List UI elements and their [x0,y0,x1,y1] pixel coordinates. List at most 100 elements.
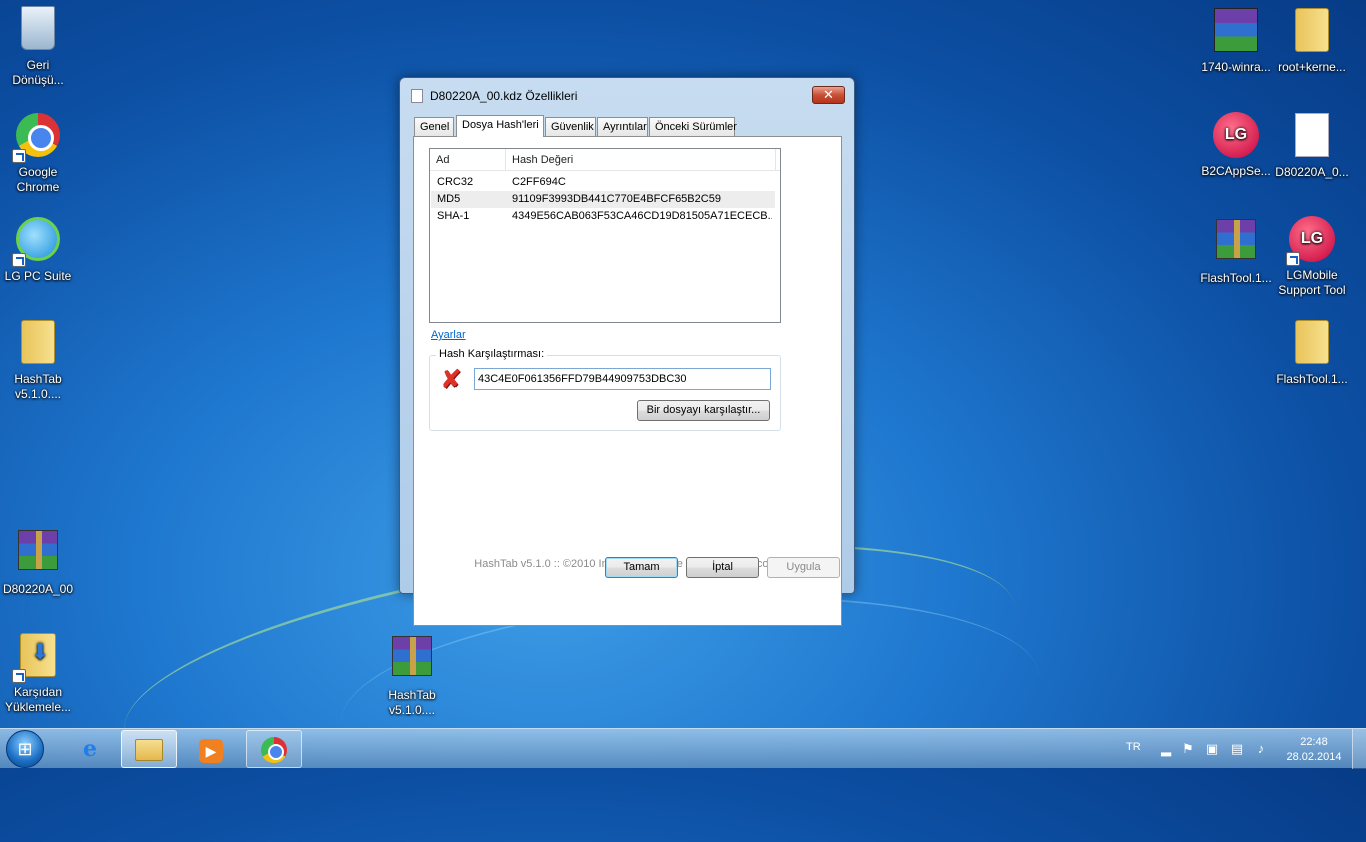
desktop-icon-flashtool-folder[interactable]: FlashTool.1... [1274,318,1350,387]
chrome-icon [261,737,287,763]
desktop-icon-label: Yüklemele... [4,700,72,714]
hash-name: CRC32 [437,176,474,188]
winrar-archive-icon [1212,219,1260,267]
clock-time: 22:48 [1300,736,1328,748]
windows-logo-icon: ⊞ [17,739,33,759]
security-flag-icon[interactable]: ⚑ [1180,741,1196,757]
taskbar-internet-explorer[interactable]: e [62,730,118,768]
shortcut-arrow-icon [1286,252,1300,266]
desktop-icon-d80220a-archive[interactable]: D80220A_00 [0,526,76,597]
mismatch-x-icon: ✘ [440,364,462,394]
table-row[interactable]: CRC32 C2FF694C [431,174,775,191]
desktop-icon-hashtab-archive[interactable]: HashTab v5.1.0.... [374,632,450,718]
network-activity-icon[interactable]: ▂ [1158,741,1174,757]
settings-link[interactable]: Ayarlar [431,329,466,341]
dialog-title: D80220A_00.kdz Özellikleri [430,89,578,103]
desktop-icon-label: FlashTool.1... [1200,271,1272,285]
document-icon [1288,113,1336,161]
tab-panel: Ad Hash Değeri CRC32 C2FF694C MD5 91109F… [413,136,842,626]
desktop-icon-label: v5.1.0.... [14,387,62,401]
hash-list-header: Ad Hash Değeri [430,149,780,171]
desktop-icon-d80220a-file[interactable]: D80220A_0... [1274,111,1350,180]
desktop-icon-label: Support Tool [1278,283,1346,297]
folder-icon [1288,320,1336,368]
desktop-icon-label: HashTab [388,688,436,702]
desktop-icon-b2cappse[interactable]: LG B2CAppSe... [1198,111,1274,179]
hash-value: 91109F3993DB441C770E4BFCF65B2C59 [512,193,721,205]
ok-button[interactable]: Tamam [605,557,678,578]
system-clock[interactable]: 22:48 28.02.2014 [1284,735,1344,765]
shortcut-arrow-icon [12,253,26,267]
lg-icon: LG [1286,216,1336,266]
network-icon[interactable]: ▤ [1229,741,1245,757]
device-icon[interactable]: ▣ [1204,741,1220,757]
hash-value: 4349E56CAB063F53CA46CD19D81505A71ECECB..… [512,210,772,222]
taskbar: ⊞ e ▶ TR ▂ ⚑ ▣ ▤ ♪ 22:48 28.02.2014 [0,728,1366,769]
downloads-folder-icon [12,633,62,683]
hash-name: MD5 [437,193,461,205]
shortcut-arrow-icon [12,149,26,163]
desktop-icon-label: B2CAppSe... [1201,164,1271,178]
desktop-icon-label: Chrome [16,180,60,194]
start-button[interactable]: ⊞ [6,730,44,768]
desktop-icon-flashtool-archive[interactable]: FlashTool.1... [1198,215,1274,286]
language-indicator[interactable]: TR [1126,741,1141,753]
winrar-archive-icon [14,530,62,578]
hash-compare-input[interactable] [474,368,771,390]
properties-dialog: D80220A_00.kdz Özellikleri ✕ Genel Dosya… [399,77,855,626]
volume-icon[interactable]: ♪ [1253,741,1269,757]
winrar-archive-icon [388,636,436,684]
close-button[interactable]: ✕ [812,86,845,104]
desktop-icon-label: Karşıdan [13,685,63,699]
tab-dosya-hashleri[interactable]: Dosya Hash'leri [456,115,544,137]
desktop-icon-label: LGMobile [1286,268,1338,282]
desktop-icon-root-kernel[interactable]: root+kerne... [1274,6,1350,75]
apply-button[interactable]: Uygula [767,557,840,578]
lg-pc-suite-icon [12,217,62,267]
desktop-icon-label: D80220A_0... [1275,165,1349,179]
compare-file-button[interactable]: Bir dosyayı karşılaştır... [637,400,770,421]
desktop-icon-lg-pc-suite[interactable]: LG PC Suite [0,215,76,284]
media-player-icon: ▶ [199,739,223,763]
chrome-icon [12,113,62,163]
recycle-bin-icon [14,6,62,54]
hash-list[interactable]: Ad Hash Değeri CRC32 C2FF694C MD5 91109F… [429,148,781,323]
desktop-icon-recycle-bin[interactable]: Geri Dönüşü... [0,6,76,88]
desktop-icon-label: Dönüşü... [12,73,64,87]
folder-icon [14,320,62,368]
tab-ayrintilar[interactable]: Ayrıntılar [597,117,648,136]
column-header-name[interactable]: Ad [430,149,506,171]
desktop-icon-label: Geri [26,58,50,72]
table-row[interactable]: MD5 91109F3993DB441C770E4BFCF65B2C59 [431,191,775,208]
desktop-icon-label: D80220A_00 [2,582,74,596]
desktop-icon-label: Google [18,165,58,179]
table-row[interactable]: SHA-1 4349E56CAB063F53CA46CD19D81505A71E… [431,208,775,225]
winrar-installer-icon [1212,8,1260,56]
folder-icon [135,739,163,761]
desktop-icon-lgmobile-support[interactable]: LG LGMobile Support Tool [1274,215,1350,298]
hash-value: C2FF694C [512,176,566,188]
lg-icon: LG [1212,112,1260,160]
tab-genel[interactable]: Genel [414,117,454,136]
clock-date: 28.02.2014 [1286,751,1342,763]
hash-name: SHA-1 [437,210,470,222]
taskbar-media-player[interactable]: ▶ [183,730,239,768]
taskbar-windows-explorer[interactable] [121,730,177,768]
dialog-titlebar[interactable]: D80220A_00.kdz Özellikleri ✕ [400,78,854,108]
close-icon: ✕ [823,87,834,102]
desktop-icon-hashtab-folder[interactable]: HashTab v5.1.0.... [0,318,76,402]
desktop-icon-label: root+kerne... [1278,60,1346,74]
desktop-icon-label: LG PC Suite [4,269,72,283]
tab-guvenlik[interactable]: Güvenlik [545,117,596,136]
desktop-icon-label: HashTab [14,372,62,386]
desktop-icon-winrar-installer[interactable]: 1740-winra... [1198,6,1274,75]
tab-onceki-surumler[interactable]: Önceki Sürümler [649,117,737,136]
desktop-icon-chrome[interactable]: Google Chrome [0,111,76,195]
column-header-hash[interactable]: Hash Değeri [506,149,776,171]
desktop-icon-downloads[interactable]: Karşıdan Yüklemele... [0,631,76,715]
shortcut-arrow-icon [12,669,26,683]
taskbar-chrome[interactable] [246,730,302,768]
folder-icon [1288,8,1336,56]
show-desktop-button[interactable] [1352,729,1366,769]
cancel-button[interactable]: İptal [686,557,759,578]
